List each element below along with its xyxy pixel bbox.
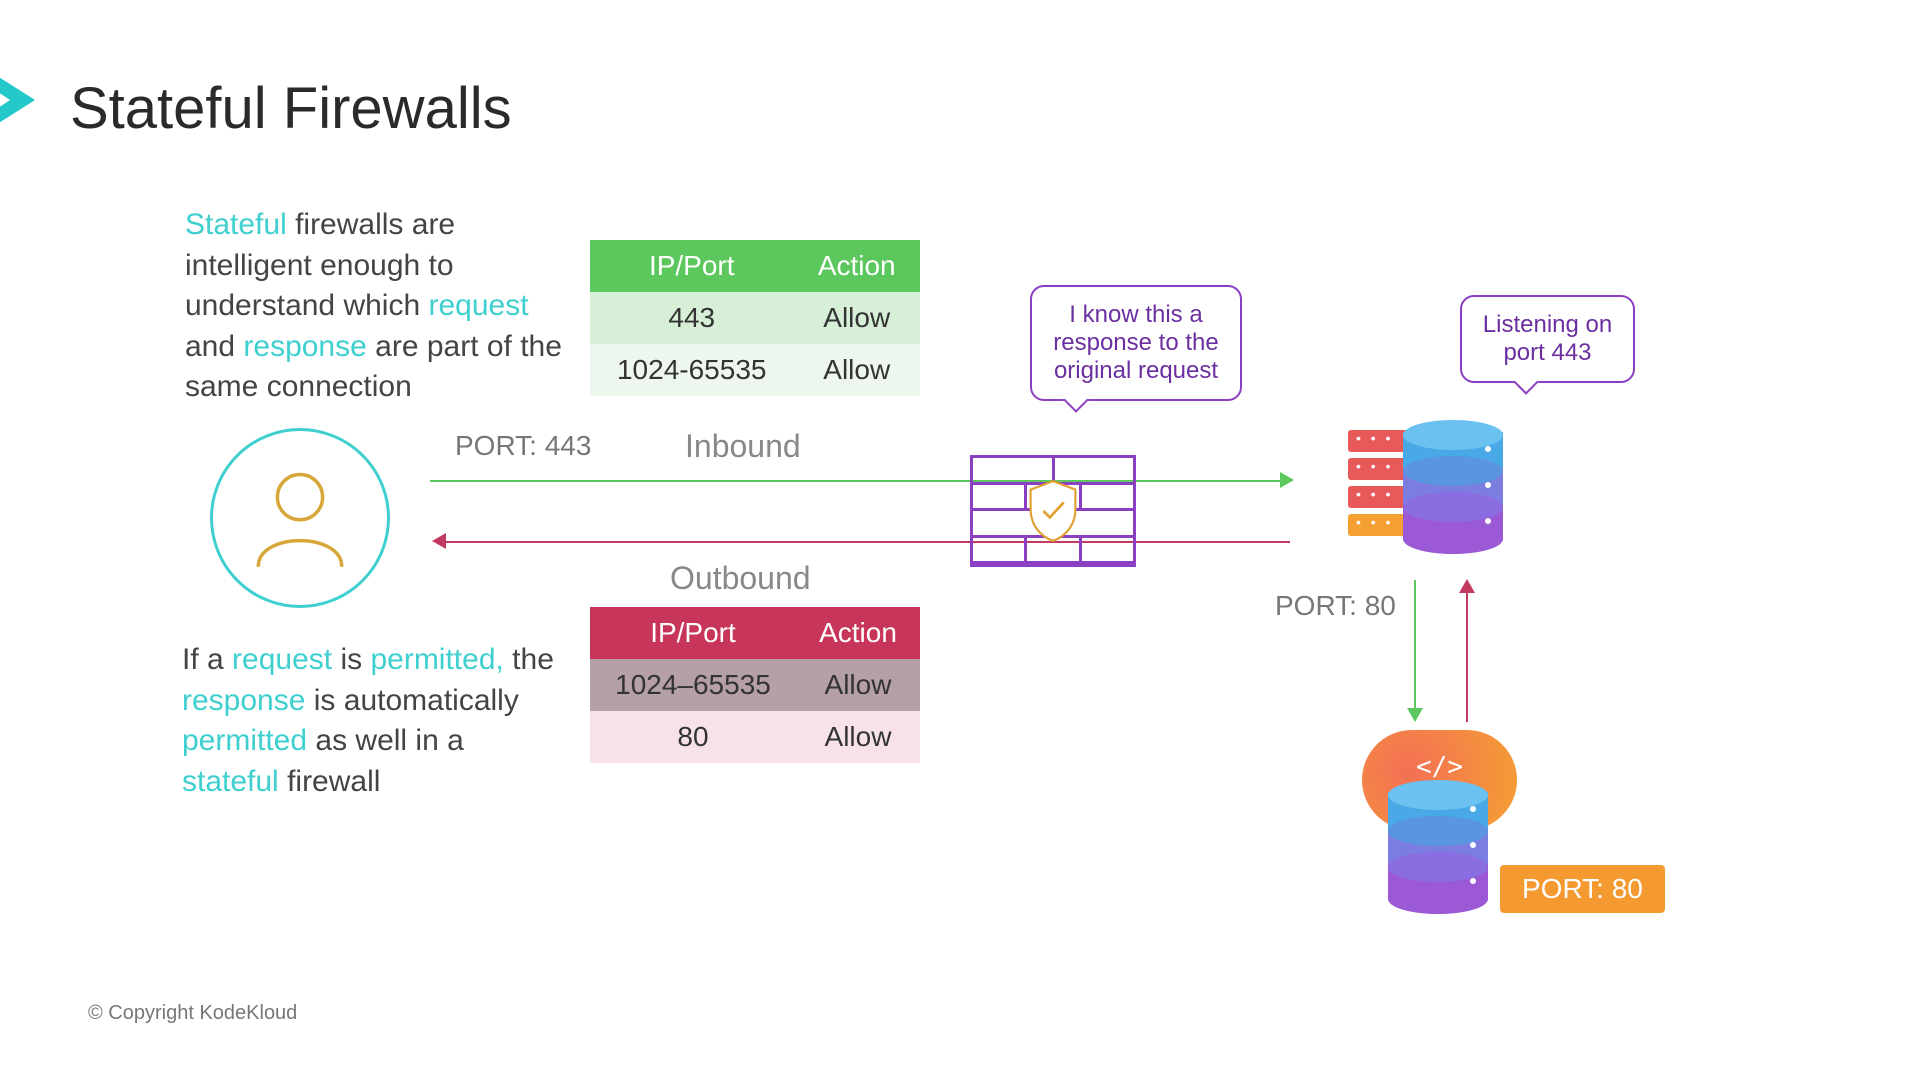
description-2: If a request is permitted, the response …	[182, 640, 562, 802]
down-arrow	[1414, 580, 1416, 710]
user-icon	[210, 428, 390, 608]
outbound-r1c2: Allow	[796, 659, 920, 711]
description-1: Stateful firewalls are intelligent enoug…	[185, 205, 585, 408]
d2t6: firewall	[279, 765, 381, 798]
copyright: © Copyright KodeKloud	[88, 1002, 297, 1025]
d2t4: is automatically	[305, 684, 518, 717]
inbound-h2: Action	[793, 240, 920, 292]
inbound-label: Inbound	[685, 428, 801, 465]
desc1-text2: and	[185, 330, 243, 363]
inbound-r1c2: Allow	[793, 292, 920, 344]
down-arrow-head	[1407, 708, 1423, 722]
outbound-h1: IP/Port	[590, 607, 796, 659]
inbound-arrow-head	[1280, 472, 1294, 488]
outbound-r1c1: 1024–65535	[590, 659, 796, 711]
inbound-h1: IP/Port	[590, 240, 793, 292]
outbound-arrow	[445, 541, 1290, 543]
inbound-r2c1: 1024-65535	[590, 344, 793, 396]
hl-request: request	[429, 289, 529, 322]
outbound-arrow-head	[432, 533, 446, 549]
hl-request2: request	[232, 643, 332, 676]
firewall-icon	[970, 455, 1136, 567]
outbound-label: Outbound	[670, 560, 811, 597]
up-arrow-head	[1459, 579, 1475, 593]
hl-stateful: Stateful	[185, 208, 287, 241]
inbound-arrow	[430, 480, 1280, 482]
database-icon-2	[1388, 780, 1488, 910]
outbound-r2c2: Allow	[796, 711, 920, 763]
d2t5: as well in a	[307, 724, 464, 757]
d2t2: is	[332, 643, 370, 676]
inbound-r2c2: Allow	[793, 344, 920, 396]
hl-response2: response	[182, 684, 305, 717]
hl-stateful2: stateful	[182, 765, 279, 798]
server-icon	[1348, 430, 1434, 542]
port-443-label: PORT: 443	[455, 430, 591, 462]
hl-response: response	[243, 330, 366, 363]
inbound-rules-table: IP/PortAction 443Allow 1024-65535Allow	[590, 240, 920, 396]
d2t3: the	[504, 643, 554, 676]
d2t: If a	[182, 643, 232, 676]
firewall-speech-bubble: I know this a response to the original r…	[1030, 285, 1242, 401]
outbound-r2c1: 80	[590, 711, 796, 763]
page-title: Stateful Firewalls	[70, 75, 512, 142]
port-80-side-label: PORT: 80	[1275, 590, 1396, 622]
up-arrow	[1466, 592, 1468, 722]
database-icon	[1403, 420, 1503, 550]
shield-icon	[1025, 479, 1081, 543]
hl-permitted: permitted,	[370, 643, 503, 676]
outbound-h2: Action	[796, 607, 920, 659]
hl-permitted2: permitted	[182, 724, 307, 757]
outbound-rules-table: IP/PortAction 1024–65535Allow 80Allow	[590, 607, 920, 763]
title-chevron-icon	[0, 65, 35, 135]
inbound-r1c1: 443	[590, 292, 793, 344]
server-speech-bubble: Listening on port 443	[1460, 295, 1635, 383]
port-80-badge: PORT: 80	[1500, 865, 1665, 913]
